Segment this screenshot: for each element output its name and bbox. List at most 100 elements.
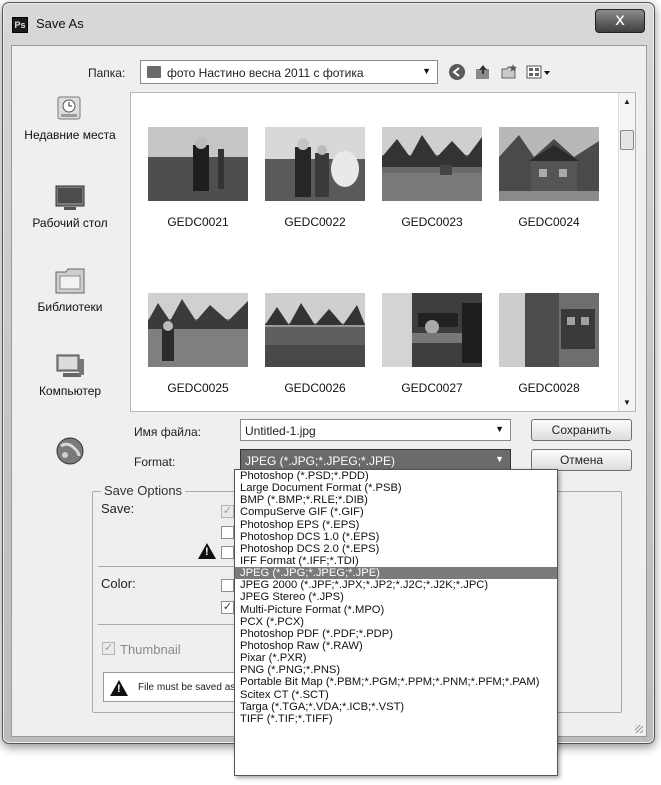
file-item[interactable]: GEDC0028 xyxy=(494,293,604,395)
format-select[interactable]: JPEG (*.JPG;*.JPEG;*.JPE) ▼ xyxy=(240,449,511,471)
photo-thumbnail xyxy=(499,127,599,201)
place-label: Рабочий стол xyxy=(32,216,108,230)
file-name: GEDC0022 xyxy=(284,215,346,229)
photo-thumbnail xyxy=(382,127,482,201)
file-item[interactable]: GEDC0026 xyxy=(260,293,370,395)
photo-thumbnail xyxy=(265,293,365,367)
save-notice-text: File must be saved as xyxy=(138,682,236,693)
filename-input[interactable]: Untitled-1.jpg ▼ xyxy=(240,419,511,441)
color-option-checkbox[interactable] xyxy=(221,579,234,592)
scroll-down-icon[interactable]: ▼ xyxy=(623,398,631,407)
file-item[interactable]: GEDC0021 xyxy=(143,127,253,229)
save-label: Save: xyxy=(101,501,135,516)
format-option[interactable]: PNG (*.PNG;*.PNS) xyxy=(235,664,557,676)
libraries-icon xyxy=(53,266,87,296)
file-name: GEDC0026 xyxy=(284,381,346,395)
photo-thumbnail xyxy=(148,127,248,201)
color-option-checkbox[interactable]: ✓ xyxy=(221,601,234,614)
format-option[interactable]: Photoshop DCS 1.0 (*.EPS) xyxy=(235,531,557,543)
filename-label: Имя файла: xyxy=(134,425,201,439)
chevron-down-icon: ▼ xyxy=(495,424,504,434)
save-button[interactable]: Сохранить xyxy=(531,419,632,441)
view-menu-icon[interactable] xyxy=(526,63,552,81)
up-folder-icon[interactable] xyxy=(474,63,492,81)
file-item[interactable]: GEDC0024 xyxy=(494,127,604,229)
recent-places-icon xyxy=(53,94,87,124)
computer-icon xyxy=(53,350,87,380)
place-network[interactable] xyxy=(16,436,124,470)
place-computer[interactable]: Компьютер xyxy=(16,350,124,398)
file-name: GEDC0023 xyxy=(401,215,463,229)
file-item[interactable]: GEDC0022 xyxy=(260,127,370,229)
format-option[interactable]: Photoshop PDF (*.PDF;*.PDP) xyxy=(235,628,557,640)
save-notice-box: ! File must be saved as xyxy=(103,672,246,702)
file-name: GEDC0027 xyxy=(401,381,463,395)
places-bar: Недавние места Рабочий стол Библиотеки К… xyxy=(16,94,124,474)
scroll-up-icon[interactable]: ▲ xyxy=(623,97,631,106)
format-option[interactable]: JPEG Stereo (*.JPS) xyxy=(235,591,557,603)
format-option[interactable]: Portable Bit Map (*.PBM;*.PGM;*.PPM;*.PN… xyxy=(235,676,557,688)
place-recent[interactable]: Недавние места xyxy=(16,94,124,142)
place-label: Библиотеки xyxy=(37,300,103,314)
file-item[interactable]: GEDC0027 xyxy=(377,293,487,395)
new-folder-icon[interactable] xyxy=(500,63,518,81)
format-option[interactable]: Photoshop (*.PSD;*.PDD) xyxy=(235,470,557,482)
place-desktop[interactable]: Рабочий стол xyxy=(16,182,124,230)
file-name: GEDC0025 xyxy=(167,381,229,395)
back-icon[interactable] xyxy=(448,63,466,81)
format-option[interactable]: PCX (*.PCX) xyxy=(235,616,557,628)
file-list-scrollbar[interactable]: ▲ ▼ xyxy=(618,93,635,411)
color-label: Color: xyxy=(101,576,136,591)
chevron-down-icon: ▼ xyxy=(495,454,504,464)
close-button[interactable]: x xyxy=(595,9,645,33)
format-option[interactable]: JPEG 2000 (*.JPF;*.JPX;*.JP2;*.J2C;*.J2K… xyxy=(235,579,557,591)
photo-thumbnail xyxy=(148,293,248,367)
format-option[interactable]: Multi-Picture Format (*.MPO) xyxy=(235,604,557,616)
photo-thumbnail xyxy=(382,293,482,367)
photoshop-app-icon: Ps xyxy=(12,17,28,33)
format-option[interactable]: Photoshop EPS (*.EPS) xyxy=(235,519,557,531)
place-label: Недавние места xyxy=(24,128,116,142)
file-list[interactable]: GEDC0021 GEDC0022 GEDC0023 GEDC0024 GEDC… xyxy=(130,92,636,412)
divider xyxy=(98,566,248,567)
file-name: GEDC0024 xyxy=(518,215,580,229)
file-name: GEDC0021 xyxy=(167,215,229,229)
folder-icon xyxy=(147,66,161,78)
file-name: GEDC0028 xyxy=(518,381,580,395)
window-title: Save As xyxy=(36,16,84,31)
format-option[interactable]: Scitex CT (*.SCT) xyxy=(235,689,557,701)
scrollbar-thumb[interactable] xyxy=(620,130,634,150)
format-option[interactable]: IFF Format (*.IFF;*.TDI) xyxy=(235,555,557,567)
format-option[interactable]: CompuServe GIF (*.GIF) xyxy=(235,506,557,518)
format-option[interactable]: Pixar (*.PXR) xyxy=(235,652,557,664)
resize-grip[interactable] xyxy=(635,725,643,733)
network-icon xyxy=(53,436,87,466)
format-label: Format: xyxy=(134,455,176,469)
thumbnail-checkbox[interactable]: ✓ xyxy=(102,642,115,655)
lookin-folder-dropdown[interactable]: фото Настино весна 2011 с фотика ▼ xyxy=(140,60,438,84)
format-option[interactable]: Photoshop DCS 2.0 (*.EPS) xyxy=(235,543,557,555)
format-option[interactable]: Photoshop Raw (*.RAW) xyxy=(235,640,557,652)
filename-value: Untitled-1.jpg xyxy=(245,424,316,438)
cancel-button[interactable]: Отмена xyxy=(531,449,632,471)
format-value: JPEG (*.JPG;*.JPEG;*.JPE) xyxy=(245,454,396,468)
save-option-checkbox[interactable] xyxy=(221,546,234,559)
format-option[interactable]: Large Document Format (*.PSB) xyxy=(235,482,557,494)
format-option[interactable]: JPEG (*.JPG;*.JPEG;*.JPE) xyxy=(235,567,557,580)
photo-thumbnail xyxy=(265,127,365,201)
save-option-checkbox[interactable]: ✓ xyxy=(221,505,234,518)
lookin-folder-value: фото Настино весна 2011 с фотика xyxy=(167,66,364,80)
format-option[interactable]: BMP (*.BMP;*.RLE;*.DIB) xyxy=(235,494,557,506)
save-option-checkbox[interactable] xyxy=(221,526,234,539)
format-dropdown-list[interactable]: Photoshop (*.PSD;*.PDD) Large Document Fo… xyxy=(234,469,558,776)
place-libraries[interactable]: Библиотеки xyxy=(16,266,124,314)
thumbnail-label: Thumbnail xyxy=(120,642,181,657)
lookin-label: Папка: xyxy=(88,66,126,80)
file-item[interactable]: GEDC0025 xyxy=(143,293,253,395)
file-item[interactable]: GEDC0023 xyxy=(377,127,487,229)
format-option[interactable]: TIFF (*.TIF;*.TIFF) xyxy=(235,713,557,725)
format-option[interactable]: Targa (*.TGA;*.VDA;*.ICB;*.VST) xyxy=(235,701,557,713)
title-bar[interactable]: Ps Save As x xyxy=(3,3,654,43)
desktop-icon xyxy=(53,182,87,212)
photo-thumbnail xyxy=(499,293,599,367)
